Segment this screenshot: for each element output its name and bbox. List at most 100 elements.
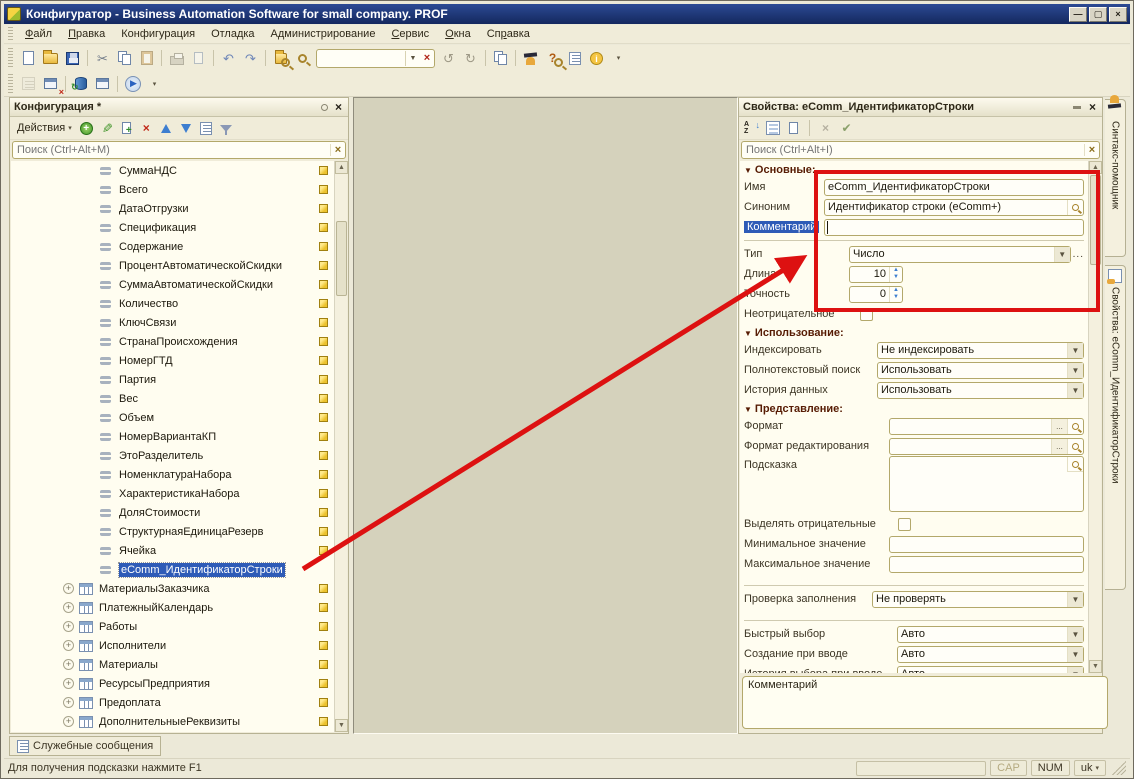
toolbar-more-icon[interactable]: ▾	[608, 48, 629, 68]
tree-item[interactable]: +МатериалыЗаказчика	[11, 579, 334, 598]
properties-search-clear-icon[interactable]: ×	[1084, 144, 1099, 156]
syntax-check-icon[interactable]: ↺	[438, 48, 459, 68]
expand-icon[interactable]: +	[63, 659, 74, 670]
tree-item[interactable]: СтруктурнаяЕдиницаРезерв	[11, 522, 334, 541]
minimize-button[interactable]: —	[1069, 7, 1087, 22]
undo-icon[interactable]: ↶	[218, 48, 239, 68]
type-ellipsis-button[interactable]: ...	[1073, 249, 1084, 260]
tree-item-selected[interactable]: eComm_ИдентификаторСтроки	[11, 560, 334, 579]
menu-help[interactable]: Справка	[479, 26, 538, 42]
menu-windows[interactable]: Окна	[437, 26, 479, 42]
syntax-assistant-icon[interactable]	[520, 48, 541, 68]
scroll-down-icon[interactable]: ▼	[1089, 660, 1102, 673]
open-form-icon[interactable]	[92, 74, 113, 94]
tree-item[interactable]: ДоляСтоимости	[11, 503, 334, 522]
tab-properties[interactable]: Свойства: eComm_ИдентификаторСтроки	[1105, 265, 1126, 590]
tree-search-input[interactable]	[13, 144, 330, 156]
expand-icon[interactable]: +	[63, 583, 74, 594]
ellipsis-icon[interactable]: ...	[1051, 419, 1067, 434]
expand-icon[interactable]: +	[63, 640, 74, 651]
sort-alphabetical-icon[interactable]: AZ	[743, 120, 760, 137]
highlight-negative-checkbox[interactable]	[898, 518, 911, 531]
menu-service[interactable]: Сервис	[383, 26, 437, 42]
filter-icon[interactable]	[218, 120, 235, 137]
dropdown-icon[interactable]: ▼	[1067, 667, 1083, 674]
dropdown-icon[interactable]: ▼	[1054, 247, 1070, 262]
move-up-icon[interactable]	[158, 120, 175, 137]
close-button[interactable]: ×	[1109, 7, 1127, 22]
service-messages-tab[interactable]: Служебные сообщения	[9, 736, 161, 756]
update-database-config-icon[interactable]: ↻	[70, 74, 91, 94]
properties-search-input[interactable]	[742, 144, 1084, 156]
tree-search-clear-icon[interactable]: ×	[330, 144, 345, 156]
open-editor-icon[interactable]	[1067, 439, 1083, 454]
tree-item[interactable]: Вес	[11, 389, 334, 408]
edit-format-field[interactable]: ...	[889, 438, 1084, 455]
tree-item[interactable]: +Исполнители	[11, 636, 334, 655]
menu-debug[interactable]: Отладка	[203, 26, 262, 42]
dropdown-icon[interactable]: ▼	[1067, 627, 1083, 642]
synonym-field[interactable]: Идентификатор строки (eComm+)	[824, 199, 1084, 216]
global-search-input[interactable]	[317, 50, 405, 67]
fill-check-combo[interactable]: Не проверять▼	[872, 591, 1084, 608]
scroll-thumb[interactable]	[336, 221, 347, 296]
dropdown-icon[interactable]: ▼	[1067, 647, 1083, 662]
actions-menu-button[interactable]: Действия▾	[14, 121, 75, 135]
tree-item[interactable]: Ячейка	[11, 541, 334, 560]
menu-file[interactable]: Файл	[17, 26, 60, 42]
scroll-down-icon[interactable]: ▼	[335, 719, 348, 732]
tree-scrollbar[interactable]: ▲ ▼	[334, 161, 347, 732]
properties-close-icon[interactable]: ×	[1087, 100, 1098, 114]
debug-more-icon[interactable]: ▾	[144, 74, 165, 94]
about-icon[interactable]: i	[586, 48, 607, 68]
group-by-categories-icon[interactable]	[764, 120, 781, 137]
tree-item[interactable]: Объем	[11, 408, 334, 427]
configuration-tree-icon[interactable]	[18, 74, 39, 94]
menu-configuration[interactable]: Конфигурация	[113, 26, 203, 42]
dropdown-icon[interactable]: ▼	[1067, 343, 1083, 358]
expand-icon[interactable]: +	[63, 602, 74, 613]
min-value-input[interactable]	[889, 536, 1084, 553]
help-contents-icon[interactable]	[564, 48, 585, 68]
choice-history-combo[interactable]: Авто▼	[897, 666, 1084, 674]
dropdown-icon[interactable]: ▼	[1067, 592, 1083, 607]
sort-list-icon[interactable]	[198, 120, 215, 137]
help-search-icon[interactable]: ?	[542, 48, 563, 68]
tree-item[interactable]: +РесурсыПредприятия	[11, 674, 334, 693]
move-down-icon[interactable]	[178, 120, 195, 137]
tree-item[interactable]: СуммаНДС	[11, 161, 334, 180]
find-in-files-icon[interactable]	[270, 48, 291, 68]
search-icon[interactable]	[292, 48, 313, 68]
fulltext-combo[interactable]: Использовать▼	[877, 362, 1084, 379]
edit-icon[interactable]: ✎	[98, 120, 115, 137]
expand-icon[interactable]: +	[63, 716, 74, 727]
tree-item[interactable]: +Работы	[11, 617, 334, 636]
start-debugging-icon[interactable]: ▶	[122, 74, 143, 94]
menu-edit[interactable]: Правка	[60, 26, 113, 42]
nonnegative-checkbox[interactable]	[860, 308, 873, 321]
resize-grip[interactable]	[1112, 761, 1126, 775]
print-preview-icon[interactable]	[188, 48, 209, 68]
open-editor-icon[interactable]	[1067, 419, 1083, 434]
type-combo[interactable]: Число▼	[849, 246, 1071, 263]
tree-item[interactable]: ДатаОтгрузки	[11, 199, 334, 218]
print-icon[interactable]	[166, 48, 187, 68]
dropdown-icon[interactable]: ▼	[1067, 383, 1083, 398]
paste-icon[interactable]	[136, 48, 157, 68]
tree-item[interactable]: НоменклатураНабора	[11, 465, 334, 484]
comment-input[interactable]	[824, 219, 1084, 236]
cancel-edit-icon[interactable]: ×	[817, 120, 834, 137]
name-input[interactable]	[824, 179, 1084, 196]
tree-item[interactable]: ХарактеристикаНабора	[11, 484, 334, 503]
configuration-close-icon[interactable]: ×	[333, 100, 344, 114]
tab-syntax-assistant[interactable]: Синтакс-помощник	[1105, 99, 1126, 257]
copy-icon[interactable]	[114, 48, 135, 68]
tree-item[interactable]: +ДополнительныеРеквизиты	[11, 712, 334, 731]
add-icon[interactable]: +	[78, 120, 95, 137]
tree-item[interactable]: НомерВариантаКП	[11, 427, 334, 446]
tree-item[interactable]: Всего	[11, 180, 334, 199]
ellipsis-icon[interactable]: ...	[1051, 439, 1067, 454]
tree-item[interactable]: НомерГТД	[11, 351, 334, 370]
tree-item[interactable]: ЭтоРазделитель	[11, 446, 334, 465]
expand-icon[interactable]: +	[63, 621, 74, 632]
